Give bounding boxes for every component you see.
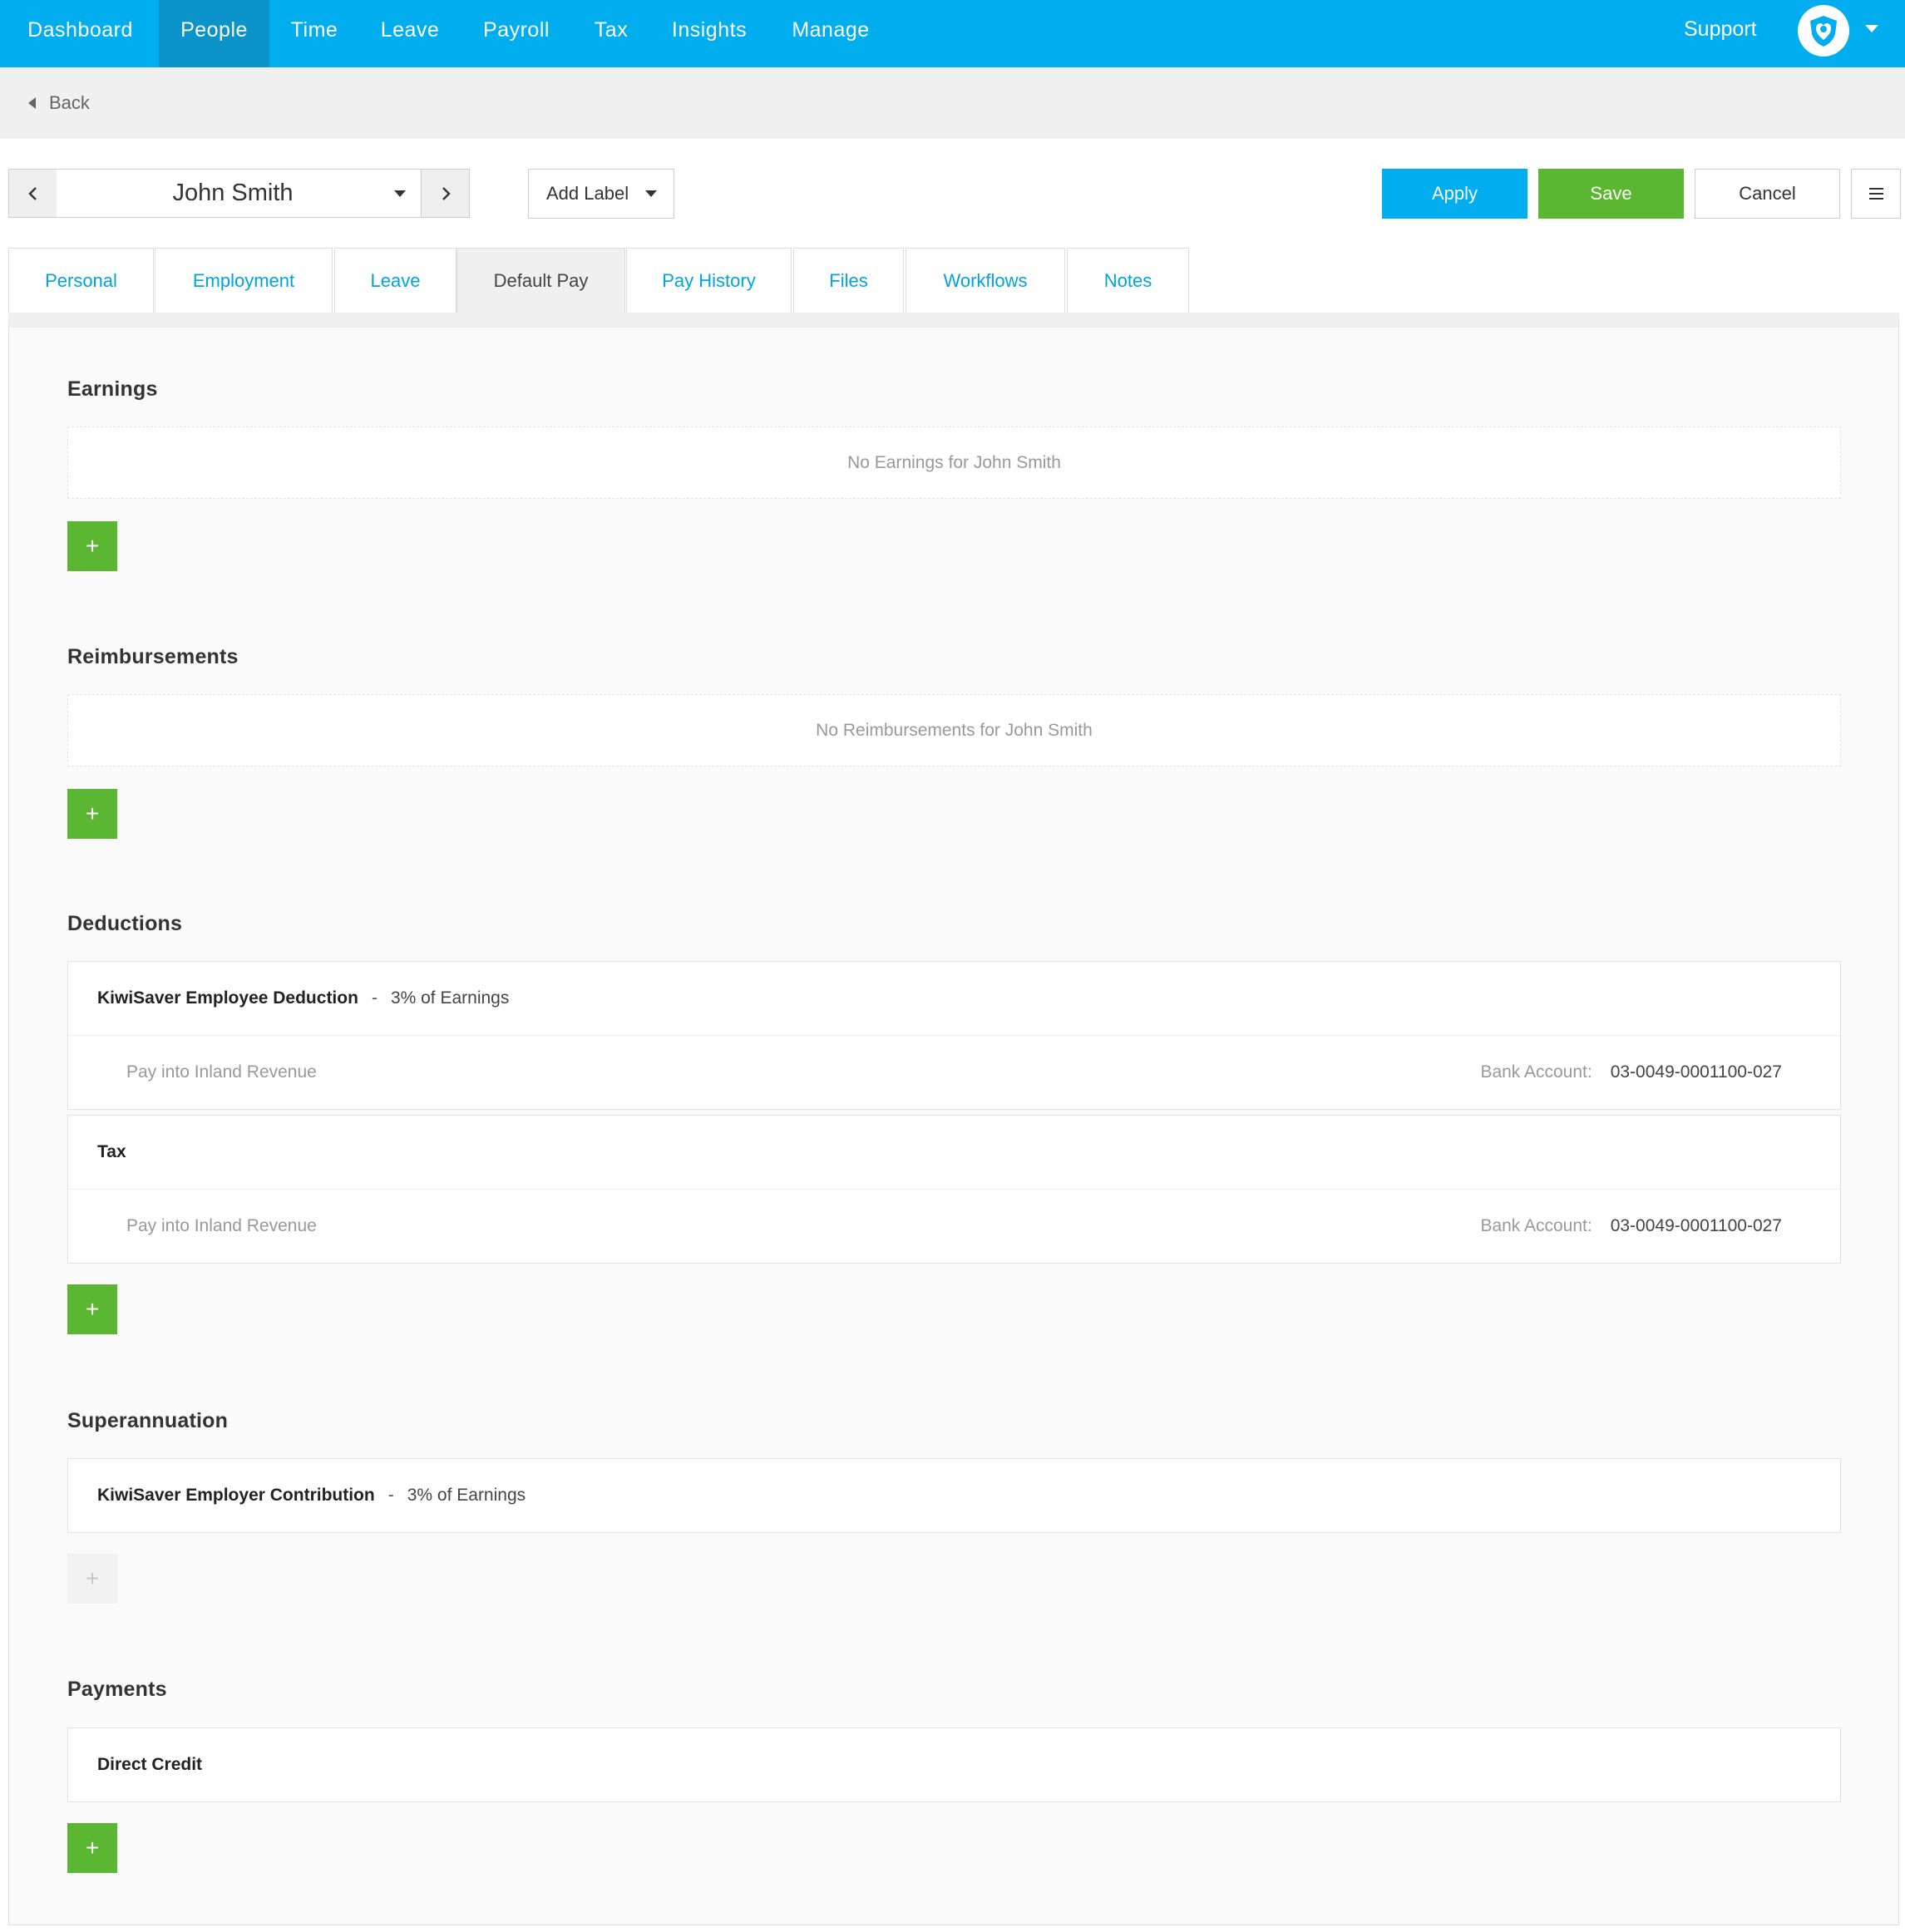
nav-item-time[interactable]: Time — [269, 0, 359, 67]
caret-down-icon — [394, 190, 406, 197]
bank-account-label: Bank Account: — [1480, 1062, 1592, 1082]
next-employee-button[interactable] — [421, 169, 470, 218]
add-reimbursement-button[interactable]: + — [67, 789, 117, 839]
top-navigation-bar: Dashboard People Time Leave Payroll Tax … — [0, 0, 1905, 67]
tab-notes[interactable]: Notes — [1067, 248, 1189, 313]
shield-heart-logo-icon — [1810, 16, 1837, 47]
bank-account-value: 03-0049-0001100-027 — [1610, 1062, 1782, 1082]
superannuation-rate: 3% of Earnings — [407, 1486, 526, 1505]
add-earning-button[interactable]: + — [67, 521, 117, 571]
nav-item-dashboard[interactable]: Dashboard — [0, 0, 160, 67]
nav-item-payroll[interactable]: Payroll — [461, 0, 572, 67]
back-label: Back — [49, 92, 90, 113]
deduction-rate: 3% of Earnings — [390, 988, 510, 1008]
superannuation-name: KiwiSaver Employer Contribution — [97, 1486, 375, 1505]
back-bar: Back — [0, 67, 1905, 139]
tab-personal[interactable]: Personal — [8, 248, 154, 313]
chevron-left-icon — [27, 186, 37, 200]
deductions-heading: Deductions — [67, 912, 183, 935]
more-menu-button[interactable] — [1851, 169, 1901, 219]
back-link[interactable]: Back — [28, 67, 90, 139]
payment-item[interactable]: Direct Credit — [67, 1727, 1841, 1802]
chevron-right-icon — [442, 186, 451, 200]
deduction-item[interactable]: Tax Pay into Inland Revenue Bank Account… — [67, 1115, 1841, 1264]
add-payment-button[interactable]: + — [67, 1823, 117, 1873]
hamburger-menu-icon-line — [1868, 193, 1883, 195]
employee-name: John Smith — [172, 180, 294, 206]
add-label-dropdown[interactable]: Add Label — [528, 169, 674, 219]
deduction-name: KiwiSaver Employee Deduction — [97, 988, 358, 1008]
avatar[interactable] — [1798, 5, 1849, 57]
nav-item-people[interactable]: People — [159, 0, 269, 67]
caret-down-icon — [645, 190, 658, 197]
nav-item-tax[interactable]: Tax — [572, 0, 650, 67]
previous-employee-button[interactable] — [8, 169, 57, 218]
caret-left-icon — [28, 97, 36, 109]
reimbursements-empty-state: No Reimbursements for John Smith — [67, 694, 1841, 766]
bank-account-value: 03-0049-0001100-027 — [1610, 1216, 1782, 1235]
add-deduction-button[interactable]: + — [67, 1284, 117, 1334]
add-label-text: Add Label — [546, 183, 629, 204]
employee-select[interactable]: John Smith — [57, 169, 422, 218]
superannuation-item[interactable]: KiwiSaver Employer Contribution - 3% of … — [67, 1458, 1841, 1533]
deduction-item[interactable]: KiwiSaver Employee Deduction - 3% of Ear… — [67, 961, 1841, 1110]
account-dropdown-caret-icon[interactable] — [1865, 25, 1878, 32]
hamburger-menu-icon-line — [1868, 198, 1883, 200]
tab-employment[interactable]: Employment — [155, 248, 333, 313]
apply-button[interactable]: Apply — [1382, 169, 1527, 219]
pay-into-text: Pay into Inland Revenue — [126, 1062, 317, 1082]
nav-item-insights[interactable]: Insights — [650, 0, 768, 67]
hamburger-menu-icon — [1868, 188, 1883, 190]
separator: - — [371, 988, 378, 1008]
superannuation-heading: Superannuation — [67, 1409, 229, 1432]
nav-item-leave[interactable]: Leave — [359, 0, 461, 67]
pay-into-text: Pay into Inland Revenue — [126, 1216, 317, 1235]
nav-item-manage[interactable]: Manage — [768, 0, 893, 67]
earnings-empty-state: No Earnings for John Smith — [67, 426, 1841, 499]
cancel-button[interactable]: Cancel — [1695, 169, 1840, 219]
tab-workflows[interactable]: Workflows — [906, 248, 1065, 313]
support-link[interactable]: Support — [1684, 0, 1757, 61]
deduction-name: Tax — [97, 1142, 126, 1161]
tab-leave[interactable]: Leave — [334, 248, 457, 313]
earnings-heading: Earnings — [67, 377, 158, 401]
payments-heading: Payments — [67, 1678, 167, 1701]
reimbursements-heading: Reimbursements — [67, 645, 239, 668]
tab-default-pay[interactable]: Default Pay — [457, 248, 625, 313]
tab-files[interactable]: Files — [793, 248, 904, 313]
bank-account-label: Bank Account: — [1480, 1216, 1592, 1235]
payment-name: Direct Credit — [97, 1755, 203, 1774]
add-superannuation-button[interactable]: + — [67, 1554, 117, 1604]
save-button[interactable]: Save — [1538, 169, 1684, 219]
tab-pay-history[interactable]: Pay History — [626, 248, 792, 313]
separator: - — [387, 1486, 394, 1505]
